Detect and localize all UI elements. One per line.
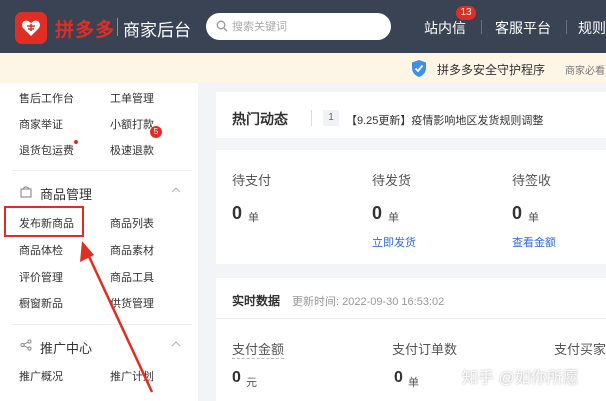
stat-pending-receipt-value[interactable]: 0 <box>512 203 522 224</box>
notice-bar: 拼多多安全守护程序 商家必看 <box>0 53 606 83</box>
nav-messages[interactable]: 站内信 <box>424 18 466 38</box>
sidebar-item-after-sales[interactable]: 售后工作台 <box>19 90 74 106</box>
sidebar-item-product-materials[interactable]: 商品素材 <box>110 242 154 258</box>
share-icon <box>20 339 32 351</box>
shopping-bag-icon <box>20 186 32 198</box>
metric-payment-orders-label[interactable]: 支付订单数 <box>392 339 457 358</box>
sidebar-item-small-payment[interactable]: 小额打款 <box>110 116 154 132</box>
metric-paying-buyers-label[interactable]: 支付买家 <box>554 339 606 358</box>
nav-divider <box>566 20 567 34</box>
sidebar-item-promotion-plan[interactable]: 推广计划 <box>110 368 154 384</box>
hot-news-index: 1 <box>323 110 339 126</box>
metric-unit: 元 <box>246 377 257 389</box>
metric-payment-orders-value: 0 <box>394 369 403 386</box>
pinduoduo-logo[interactable] <box>15 12 47 44</box>
sidebar-item-fast-refund[interactable]: 极速退款 <box>110 142 154 158</box>
metric-unit: 单 <box>408 377 419 389</box>
sidebar-item-return-shipping[interactable]: 退货包运费 <box>19 142 74 158</box>
sidebar-item-tickets[interactable]: 工单管理 <box>110 90 154 106</box>
chevron-up-icon[interactable] <box>171 187 181 193</box>
sidebar-item-product-check[interactable]: 商品体检 <box>19 242 63 258</box>
brand-subtitle: 商家后台 <box>123 21 191 40</box>
logo-heart-icon <box>22 20 40 36</box>
messages-badge: 13 <box>456 6 476 20</box>
sidebar-group-promotion-center[interactable]: 推广中心 <box>40 338 92 357</box>
stat-unit: 单 <box>528 212 539 224</box>
stat-unit: 单 <box>388 212 399 224</box>
notice-title[interactable]: 拼多多安全守护程序 <box>437 61 545 78</box>
hot-news-title: 热门动态 <box>232 111 288 127</box>
metric-payment-amount-label[interactable]: 支付金额 <box>232 339 285 359</box>
sidebar-item-supply-management[interactable]: 供货管理 <box>110 295 154 311</box>
realtime-updated-time: 更新时间: 2022-09-30 16:53:02 <box>292 296 445 308</box>
sidebar-item-review-management[interactable]: 评价管理 <box>19 269 63 285</box>
zhihu-watermark: 知乎 @如你所愿 <box>462 370 579 387</box>
sidebar-divider <box>12 324 192 325</box>
sidebar-item-merchant-evidence[interactable]: 商家举证 <box>19 116 63 132</box>
stat-pending-shipment-value[interactable]: 0 <box>372 203 382 224</box>
sidebar-item-product-tools[interactable]: 商品工具 <box>110 269 154 285</box>
stat-pending-receipt-label[interactable]: 待签收 <box>512 170 551 189</box>
stat-unit: 单 <box>248 212 259 224</box>
sidebar-item-showcase-new[interactable]: 橱窗新品 <box>19 295 63 311</box>
stat-pending-payment-label[interactable]: 待支付 <box>232 170 271 189</box>
realtime-divider <box>216 318 606 319</box>
view-amount-link[interactable]: 查看金额 <box>512 234 556 250</box>
chevron-up-icon[interactable] <box>171 341 181 347</box>
brand-divider <box>117 18 118 36</box>
stat-pending-payment-value[interactable]: 0 <box>232 203 242 224</box>
hot-news-divider <box>311 110 312 126</box>
sidebar-group-product-management[interactable]: 商品管理 <box>40 184 92 203</box>
search-input[interactable] <box>232 18 382 35</box>
nav-divider <box>481 20 482 34</box>
sidebar-item-product-list[interactable]: 商品列表 <box>110 215 154 231</box>
sidebar-divider <box>12 170 192 171</box>
nav-rules[interactable]: 规则 <box>578 18 606 38</box>
ship-now-link[interactable]: 立即发货 <box>372 234 416 250</box>
hot-news-link[interactable]: 【9.25更新】疫情影响地区发货规则调整 <box>346 112 543 128</box>
metric-payment-amount-value: 0 <box>232 369 241 386</box>
search-icon <box>216 20 228 32</box>
new-dot <box>74 140 78 144</box>
nav-customer-service[interactable]: 客服平台 <box>495 18 551 38</box>
brand-name: 拼多多 <box>55 20 116 41</box>
search-box[interactable] <box>206 13 391 40</box>
notice-extra[interactable]: 商家必看 <box>565 62 605 77</box>
sidebar-item-publish-product[interactable]: 发布新商品 <box>19 215 74 231</box>
shield-icon <box>412 60 426 77</box>
product-list-badge: 5 <box>150 126 162 138</box>
sidebar-item-promotion-overview[interactable]: 推广概况 <box>19 368 63 384</box>
top-bar: 拼多多 商家后台 站内信 13 客服平台 规则 <box>0 0 606 53</box>
stat-pending-shipment-label[interactable]: 待发货 <box>372 170 411 189</box>
realtime-title: 实时数据 <box>232 294 281 308</box>
